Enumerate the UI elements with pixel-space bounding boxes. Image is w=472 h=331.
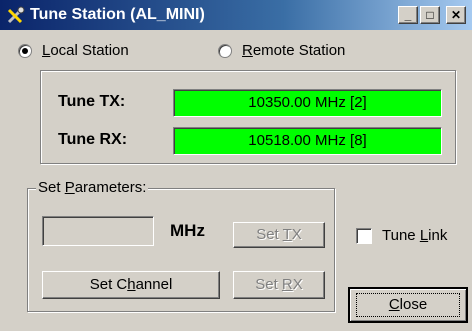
tune-link-label: Tune Link	[382, 227, 448, 244]
remote-station-label: Remote Station	[242, 42, 346, 59]
window-title: Tune Station (AL_MINI)	[30, 6, 205, 23]
set-tx-button[interactable]: Set TX	[233, 222, 325, 248]
local-station-radio[interactable]: Local Station	[18, 42, 129, 59]
frequency-input[interactable]	[42, 216, 154, 246]
set-channel-button[interactable]: Set Channel	[42, 271, 220, 299]
set-parameters-legend: Set Parameters:	[36, 179, 149, 196]
maximize-button[interactable]: □	[420, 6, 440, 24]
set-rx-button[interactable]: Set RX	[233, 271, 325, 299]
close-window-button[interactable]: ✕	[446, 6, 466, 24]
radio-unchecked-icon	[218, 43, 232, 58]
title-bar[interactable]: Tune Station (AL_MINI) _ □ ✕	[0, 0, 472, 30]
tune-tx-label: Tune TX:	[58, 93, 126, 110]
tools-icon	[7, 6, 25, 24]
tune-link-checkbox[interactable]	[356, 228, 372, 244]
local-station-label: Local Station	[42, 42, 129, 59]
tune-tx-value: 10350.00 MHz [2]	[173, 89, 442, 117]
minimize-button[interactable]: _	[398, 6, 418, 24]
mhz-unit-label: MHz	[170, 221, 205, 240]
remote-station-radio[interactable]: Remote Station	[218, 42, 345, 59]
radio-checked-icon	[18, 43, 32, 58]
tune-rx-value: 10518.00 MHz [8]	[173, 127, 442, 155]
focus-ring	[356, 293, 460, 317]
tune-rx-label: Tune RX:	[58, 131, 128, 148]
